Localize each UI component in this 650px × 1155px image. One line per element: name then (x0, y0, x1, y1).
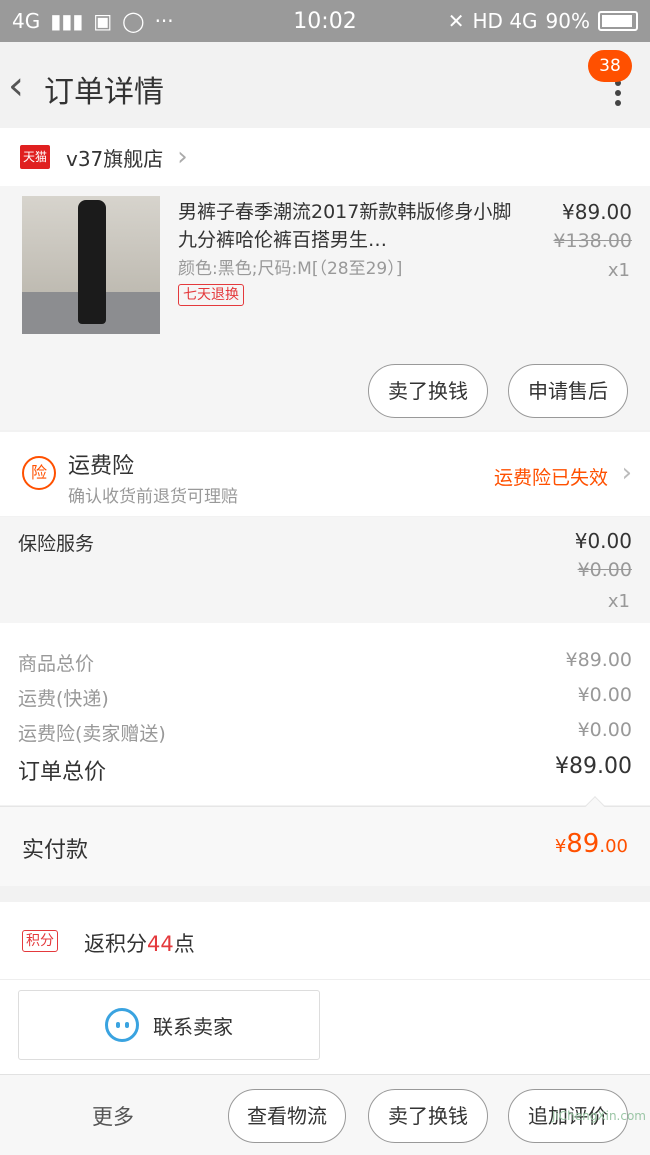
contact-seller-button[interactable]: 联系卖家 (18, 990, 320, 1060)
points-row: 积分 返积分44点 (0, 902, 650, 980)
back-arrow-icon[interactable]: ‹ (8, 66, 24, 106)
freight-insurance-subtitle: 确认收货前退货可理赔 (68, 487, 238, 507)
points-tag: 积分 (22, 930, 58, 952)
freight-insurance-row[interactable]: 险 运费险 确认收货前退货可理赔 运费险已失效 › (0, 432, 650, 516)
summary-value: ¥89.00 (565, 649, 632, 671)
summary-row: 商品总价 ¥89.00 (18, 649, 632, 676)
insurance-service-price: ¥0.00 (574, 529, 632, 553)
mute-icon: ✕ (447, 9, 465, 33)
order-total-row: 订单总价 ¥89.00 (18, 754, 632, 786)
actual-payment-row: 实付款 ¥89.00 (0, 796, 650, 886)
more-notifications-icon: ··· (154, 9, 174, 33)
product-original-price: ¥138.00 (553, 230, 632, 252)
page-title: 订单详情 (44, 75, 164, 110)
order-total-value: ¥89.00 (555, 754, 632, 779)
nav-bar: ‹ 订单详情 38 (0, 42, 650, 128)
network-indicator-right: HD 4G (472, 9, 538, 33)
contact-area: 联系卖家 (0, 980, 650, 1074)
product-price: ¥89.00 (562, 200, 632, 224)
message-badge: 38 (588, 50, 632, 82)
sell-for-cash-button[interactable]: 卖了换钱 (368, 364, 488, 418)
notification-icon: ▣ (93, 9, 113, 33)
contact-seller-label: 联系卖家 (153, 1014, 233, 1039)
more-dots-icon (615, 80, 621, 110)
actual-payment-label: 实付款 (22, 838, 89, 863)
watermark: JiChengXin.com (551, 1109, 646, 1123)
summary-row: 运费险(卖家赠送) ¥0.00 (18, 719, 632, 746)
points-text: 返积分44点 (84, 932, 195, 956)
chat-bubble-icon (105, 1008, 139, 1042)
freight-insurance-status: 运费险已失效 (493, 467, 608, 489)
clock: 10:02 (293, 8, 357, 34)
insurance-service-quantity: x1 (607, 591, 630, 612)
product-title[interactable]: 男裤子春季潮流2017新款韩版修身小脚九分裤哈伦裤百搭男生… (178, 198, 518, 254)
shop-row[interactable]: 天猫 v37旗舰店 › (0, 128, 650, 186)
chevron-right-icon: › (177, 142, 188, 172)
battery-percent: 90% (545, 9, 590, 33)
view-logistics-button[interactable]: 查看物流 (228, 1089, 346, 1143)
summary-label: 商品总价 (18, 653, 95, 675)
insurance-service-title: 保险服务 (18, 533, 95, 555)
sell-for-cash-button-bottom[interactable]: 卖了换钱 (368, 1089, 488, 1143)
freight-insurance-title: 运费险 (68, 454, 135, 479)
status-bar: 4G ▮▮▮ ▣ ◯ ··· 10:02 ✕ HD 4G 90% (0, 0, 650, 42)
insurance-service-item: 保险服务 ¥0.00 ¥0.00 x1 (0, 517, 650, 623)
product-thumbnail[interactable] (22, 196, 160, 334)
insurance-service-original-price: ¥0.00 (577, 559, 632, 581)
summary-label: 运费险(卖家赠送) (18, 723, 166, 745)
summary-value: ¥0.00 (577, 684, 632, 706)
price-summary: 商品总价 ¥89.00 运费(快递) ¥0.00 运费险(卖家赠送) ¥0.00… (0, 623, 650, 805)
product-attributes: 颜色:黑色;尺码:M[（28至29）] (178, 259, 403, 279)
chat-icon: ◯ (122, 9, 145, 33)
tmall-logo-icon: 天猫 (20, 145, 50, 169)
battery-icon (598, 11, 638, 31)
network-indicator-left: 4G (12, 9, 41, 33)
signal-icon: ▮▮▮ (50, 9, 84, 33)
actual-payment-amount: ¥89.00 (554, 829, 628, 859)
more-button[interactable]: 更多 (92, 1101, 134, 1131)
bottom-action-bar: 更多 查看物流 卖了换钱 追加评价 JiChengXin.com (0, 1074, 650, 1155)
product-item: 男裤子春季潮流2017新款韩版修身小脚九分裤哈伦裤百搭男生… 颜色:黑色;尺码:… (0, 186, 650, 430)
order-total-label: 订单总价 (18, 760, 107, 785)
summary-label: 运费(快递) (18, 688, 109, 710)
summary-value: ¥0.00 (577, 719, 632, 741)
return-policy-tag: 七天退换 (178, 284, 244, 306)
shop-name: v37旗舰店 (66, 146, 164, 171)
insurance-icon: 险 (22, 456, 56, 490)
product-quantity: x1 (607, 260, 630, 281)
summary-row: 运费(快递) ¥0.00 (18, 684, 632, 711)
chevron-right-icon: › (621, 458, 632, 488)
after-sale-button[interactable]: 申请售后 (508, 364, 628, 418)
